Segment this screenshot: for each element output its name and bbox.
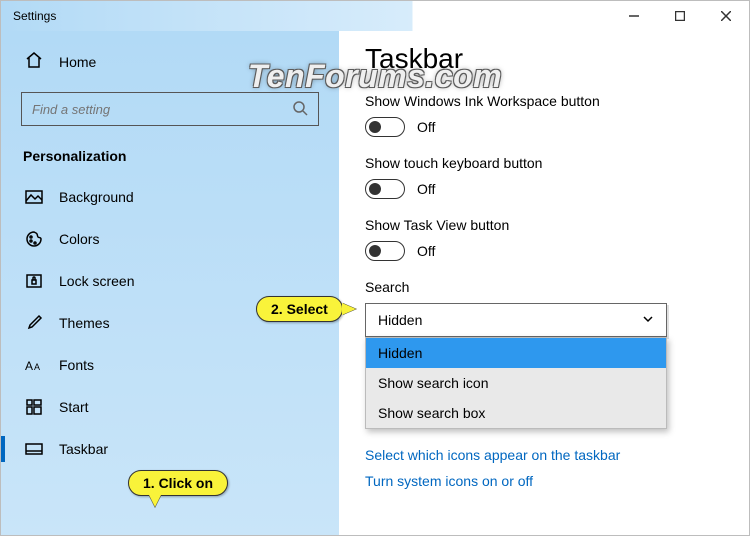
sidebar-item-label: Start — [59, 399, 89, 415]
page-title: Taskbar — [365, 43, 723, 75]
ink-workspace-toggle[interactable] — [365, 117, 405, 137]
sidebar-item-colors[interactable]: Colors — [21, 220, 319, 258]
sidebar-item-fonts[interactable]: AA Fonts — [21, 346, 319, 384]
sidebar-item-background[interactable]: Background — [21, 178, 319, 216]
toggle-state: Off — [417, 243, 435, 259]
dropdown-value: Hidden — [378, 312, 422, 328]
home-nav[interactable]: Home — [21, 45, 319, 78]
toggle-state: Off — [417, 119, 435, 135]
setting-label: Show touch keyboard button — [365, 155, 723, 171]
dropdown-option-icon[interactable]: Show search icon — [366, 368, 666, 398]
search-dropdown-list: Hidden Show search icon Show search box — [365, 337, 667, 429]
svg-text:A: A — [25, 359, 33, 373]
dropdown-option-box[interactable]: Show search box — [366, 398, 666, 428]
search-icon — [292, 100, 308, 119]
picture-icon — [25, 188, 43, 206]
search-box[interactable] — [21, 92, 319, 126]
grid-icon — [25, 398, 43, 416]
home-icon — [25, 51, 43, 72]
minimize-button[interactable] — [611, 1, 657, 31]
sidebar-item-start[interactable]: Start — [21, 388, 319, 426]
sidebar-item-label: Background — [59, 189, 134, 205]
touch-keyboard-toggle[interactable] — [365, 179, 405, 199]
maximize-button[interactable] — [657, 1, 703, 31]
taskbar-icon — [25, 440, 43, 458]
main-content: Taskbar Show Windows Ink Workspace butto… — [339, 31, 749, 535]
link-system-icons[interactable]: Turn system icons on or off — [365, 473, 723, 489]
sidebar-item-label: Lock screen — [59, 273, 134, 289]
section-title: Personalization — [23, 148, 319, 164]
fonts-icon: AA — [25, 356, 43, 374]
sidebar-item-label: Colors — [59, 231, 99, 247]
sidebar-item-label: Fonts — [59, 357, 94, 373]
dropdown-option-hidden[interactable]: Hidden — [366, 338, 666, 368]
home-label: Home — [59, 54, 96, 70]
sidebar-item-lockscreen[interactable]: Lock screen — [21, 262, 319, 300]
brush-icon — [25, 314, 43, 332]
toggle-state: Off — [417, 181, 435, 197]
search-label: Search — [365, 279, 723, 295]
callout-select: 2. Select — [256, 296, 343, 322]
sidebar: Home Personalization Background Colors L… — [1, 31, 339, 535]
search-dropdown[interactable]: Hidden — [365, 303, 667, 337]
callout-click-on: 1. Click on — [128, 470, 228, 496]
sidebar-item-label: Themes — [59, 315, 110, 331]
task-view-toggle[interactable] — [365, 241, 405, 261]
palette-icon — [25, 230, 43, 248]
titlebar: Settings — [1, 1, 749, 31]
lock-icon — [25, 272, 43, 290]
chevron-down-icon — [642, 312, 654, 328]
sidebar-item-label: Taskbar — [59, 441, 108, 457]
link-select-icons[interactable]: Select which icons appear on the taskbar — [365, 447, 723, 463]
search-input[interactable] — [32, 102, 292, 117]
sidebar-item-taskbar[interactable]: Taskbar — [21, 430, 319, 468]
svg-text:A: A — [34, 362, 40, 372]
setting-label: Show Windows Ink Workspace button — [365, 93, 723, 109]
window-title: Settings — [13, 9, 56, 23]
settings-window: Settings Home Personalization Background… — [0, 0, 750, 536]
setting-label: Show Task View button — [365, 217, 723, 233]
close-button[interactable] — [703, 1, 749, 31]
